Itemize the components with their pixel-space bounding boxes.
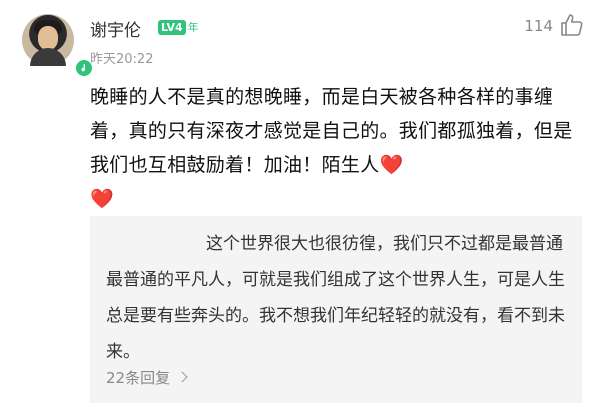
view-replies-link[interactable]: 22条回复 [106,367,188,388]
reply-preview[interactable]: 这个世界很大也很彷徨，我们只不过都是最普通最普通的平凡人，可就是我们组成了这个世… [90,216,582,403]
chevron-right-icon [176,371,188,383]
level-label: LV4 [158,19,186,35]
like-count[interactable]: 114 [524,17,553,35]
username[interactable]: 谢宇伦 [90,16,141,41]
comment-body: 晚睡的人不是真的想晚睡，而是白天被各种各样的事缠着，真的只有深夜才感觉是自己的。… [90,86,573,176]
level-suffix: 年 [187,21,199,34]
heart-emoji: ❤️ [379,154,404,176]
heart-emoji: ❤️ [90,188,114,210]
avatar-shirt [30,48,66,66]
thumbs-up-icon[interactable] [559,12,585,38]
level-badge: LV4 年 [158,17,199,37]
reply-text: 这个世界很大也很彷徨，我们只不过都是最普通最普通的平凡人，可就是我们组成了这个世… [106,234,565,362]
reply-count-label: 22条回复 [106,369,171,387]
comment-text: 晚睡的人不是真的想晚睡，而是白天被各种各样的事缠着，真的只有深夜才感觉是自己的。… [90,80,580,216]
avatar[interactable] [22,14,94,78]
comment-time: 昨天20:22 [90,52,154,67]
avatar-face [38,26,58,50]
